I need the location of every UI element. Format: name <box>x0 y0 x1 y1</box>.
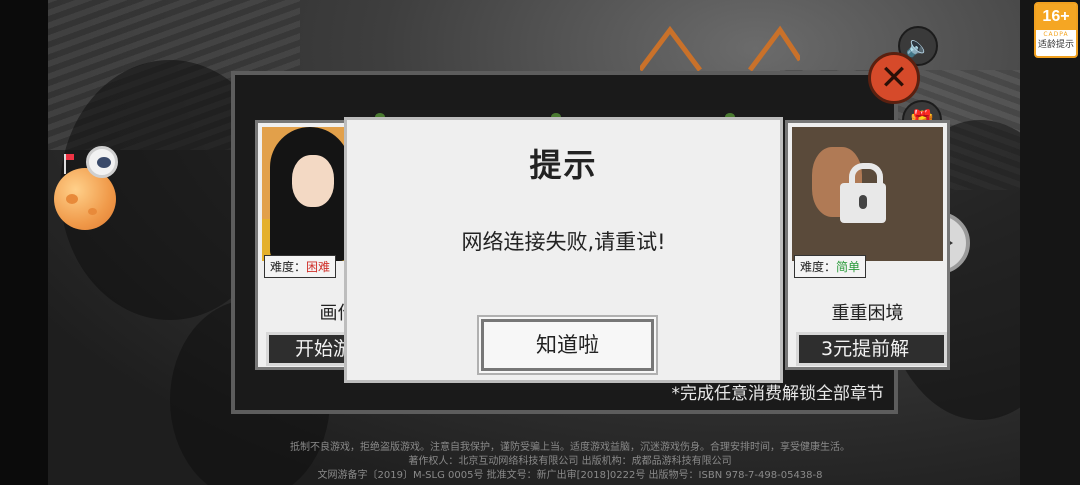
dialog-title: 提示 <box>529 146 598 184</box>
difficulty-caption: 难度： <box>270 260 307 274</box>
footer-line: 抵制不良游戏，拒绝盗版游戏。注意自我保护，谨防受骗上当。适度游戏益脑，沉迷游戏伤… <box>290 442 850 453</box>
confirm-button[interactable]: 知道啦 <box>479 317 656 373</box>
moon-crater <box>88 208 97 215</box>
right-edge <box>1020 0 1080 485</box>
dialog-message: 网络连接失败,请重试! <box>461 230 666 254</box>
chapter-art-shape <box>292 155 334 207</box>
age-rating-label: 适龄提示 <box>1037 40 1074 50</box>
lock-icon <box>840 163 886 223</box>
age-rating-org: CADPA <box>1043 31 1069 38</box>
left-edge <box>0 0 48 485</box>
astronaut-moon-mascot[interactable] <box>52 144 124 230</box>
chapter-title: 重重困境 <box>831 303 904 324</box>
age-rating-badge: 16+ CADPA 适龄提示 <box>1034 2 1078 58</box>
chapter-card-2[interactable]: 难度：简单 重重困境 3元提前解 <box>785 120 950 370</box>
legal-footer: 抵制不良游戏，拒绝盗版游戏。注意自我保护，谨防受骗上当。适度游戏益脑，沉迷游戏伤… <box>200 441 940 483</box>
speaker-icon: 🔈 <box>905 34 931 58</box>
chapter-art <box>792 127 943 261</box>
difficulty-caption: 难度： <box>800 260 837 274</box>
age-rating-number: 16+ <box>1036 4 1076 30</box>
close-button[interactable]: ✕ <box>868 52 920 104</box>
astronaut-visor <box>97 157 111 168</box>
footer-line: 文网游备字〔2019〕M-SLG 0005号 批准文号：新广出审[2018]02… <box>317 470 823 481</box>
alert-dialog: 提示 网络连接失败,请重试! 知道啦 <box>344 117 783 383</box>
unlock-chapter-button[interactable]: 3元提前解 <box>796 332 947 366</box>
close-icon: ✕ <box>879 58 909 98</box>
difficulty-value: 简单 <box>836 260 861 274</box>
footer-line: 著作权人：北京互动网络科技有限公司 出版机构：成都品游科技有限公司 <box>408 456 732 467</box>
difficulty-label: 难度：困难 <box>264 255 337 278</box>
flag-icon <box>64 154 74 174</box>
astronaut-icon <box>86 146 118 178</box>
difficulty-label: 难度：简单 <box>794 255 867 278</box>
difficulty-value: 困难 <box>306 260 331 274</box>
moon-crater <box>66 194 78 204</box>
